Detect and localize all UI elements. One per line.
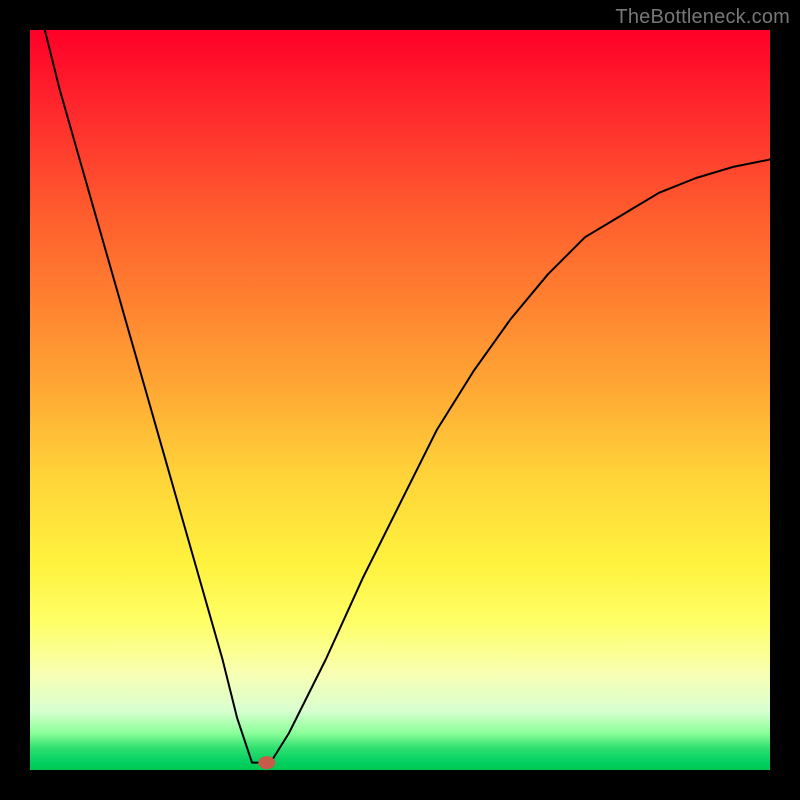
watermark-label: TheBottleneck.com [615,6,790,29]
curve-layer [30,30,770,770]
chart-frame: TheBottleneck.com [0,0,800,800]
bottleneck-curve [45,30,770,763]
plot-area [30,30,770,770]
minimum-marker [259,757,275,769]
